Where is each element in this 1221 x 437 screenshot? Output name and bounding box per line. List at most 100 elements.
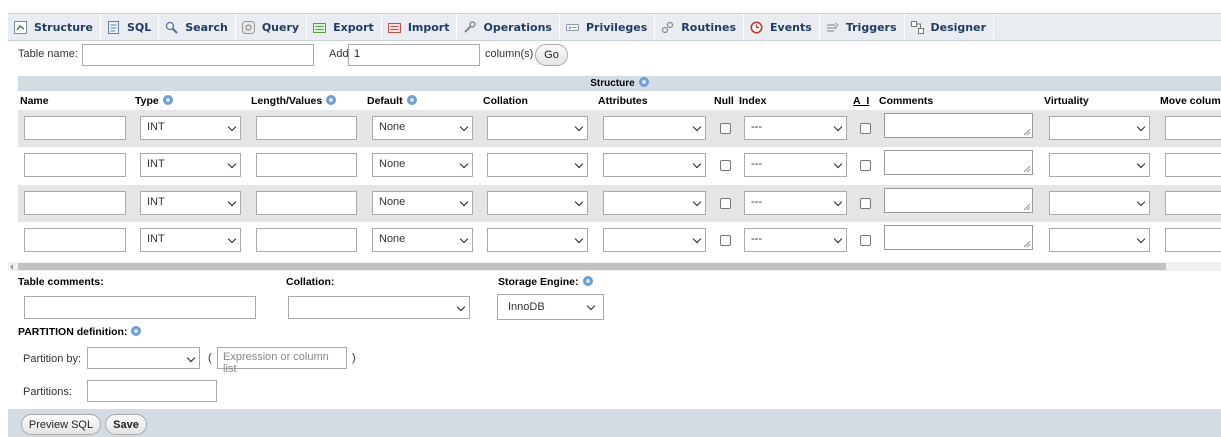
col-header-name: Name (20, 95, 49, 107)
field-ai-checkbox[interactable] (860, 198, 871, 209)
help-icon[interactable] (131, 326, 142, 336)
help-icon[interactable] (638, 77, 649, 87)
field-length-input[interactable] (256, 116, 357, 140)
field-index-select[interactable]: --- (744, 116, 847, 140)
field-collation-select[interactable] (487, 116, 588, 140)
field-null-checkbox[interactable] (720, 123, 731, 134)
field-type-select[interactable]: INT (140, 153, 241, 177)
tab-routines[interactable]: Routines (655, 14, 745, 40)
field-move-select[interactable] (1165, 228, 1221, 252)
field-ai-checkbox[interactable] (860, 235, 871, 246)
col-header-default: Default (367, 95, 417, 107)
field-attributes-select[interactable] (603, 228, 706, 252)
help-icon[interactable] (406, 95, 417, 105)
go-button[interactable]: Go (535, 44, 568, 66)
tab-privileges[interactable]: Privileges (560, 14, 656, 40)
partitions-count-input[interactable] (87, 380, 217, 402)
field-null-checkbox[interactable] (720, 235, 731, 246)
chevron-down-icon (459, 159, 469, 169)
field-length-input[interactable] (256, 228, 357, 252)
field-comments-textarea[interactable] (884, 150, 1033, 175)
field-attributes-select[interactable] (603, 191, 706, 215)
partition-expression-input[interactable]: Expression or column list (217, 347, 347, 375)
field-comments-textarea[interactable] (884, 188, 1033, 213)
field-name-input[interactable] (24, 228, 126, 252)
field-comments-textarea[interactable] (884, 113, 1033, 138)
field-name-input[interactable] (24, 116, 126, 140)
tab-triggers[interactable]: Triggers (820, 14, 905, 40)
chevron-down-icon (833, 159, 843, 169)
scroll-left-icon[interactable] (10, 264, 13, 270)
field-type-value: INT (147, 158, 165, 170)
field-move-select[interactable] (1165, 191, 1221, 215)
field-default-value: None (379, 233, 406, 245)
field-collation-select[interactable] (487, 153, 588, 177)
add-label: Add (329, 48, 349, 60)
chevron-down-icon (574, 122, 584, 132)
tab-label: Search (185, 20, 228, 34)
field-ai-checkbox[interactable] (860, 123, 871, 134)
field-default-select[interactable]: None (372, 153, 473, 177)
scrollbar-thumb[interactable] (18, 263, 1166, 270)
tab-export[interactable]: Export (307, 14, 382, 40)
partitions-label: Partitions: (23, 386, 72, 398)
field-comments-textarea[interactable] (884, 225, 1033, 250)
save-button[interactable]: Save (105, 414, 147, 435)
field-ai-checkbox[interactable] (860, 160, 871, 171)
tab-search[interactable]: Search (159, 14, 236, 40)
field-null-checkbox[interactable] (720, 198, 731, 209)
field-type-select[interactable]: INT (140, 228, 241, 252)
storage-engine-value: InnoDB (508, 301, 545, 313)
field-attributes-select[interactable] (603, 116, 706, 140)
tab-label: Privileges (585, 20, 648, 34)
field-name-input[interactable] (24, 191, 126, 215)
field-collation-select[interactable] (487, 228, 588, 252)
help-icon[interactable] (162, 95, 173, 105)
help-icon[interactable] (326, 95, 337, 105)
open-paren: ( (208, 352, 212, 364)
routines-icon (661, 21, 674, 34)
add-columns-count-input[interactable]: 1 (348, 44, 480, 66)
triggers-icon (826, 21, 839, 34)
tab-designer[interactable]: Designer (905, 14, 994, 40)
tab-events[interactable]: Events (744, 14, 820, 40)
field-move-select[interactable] (1165, 153, 1221, 177)
field-index-select[interactable]: --- (744, 191, 847, 215)
field-virtuality-select[interactable] (1049, 116, 1150, 140)
tab-label: Routines (681, 20, 737, 34)
field-collation-select[interactable] (487, 191, 588, 215)
field-default-select[interactable]: None (372, 116, 473, 140)
field-type-select[interactable]: INT (140, 191, 241, 215)
field-length-input[interactable] (256, 191, 357, 215)
tab-operations[interactable]: Operations (457, 14, 560, 40)
col-header-collation: Collation (483, 95, 528, 107)
field-name-input[interactable] (24, 153, 126, 177)
tab-import[interactable]: Import (382, 14, 458, 40)
field-index-select[interactable]: --- (744, 228, 847, 252)
field-type-select[interactable]: INT (140, 116, 241, 140)
tab-sql[interactable]: SQL (101, 14, 160, 40)
field-virtuality-select[interactable] (1049, 153, 1150, 177)
help-icon[interactable] (582, 276, 593, 286)
field-virtuality-select[interactable] (1049, 191, 1150, 215)
horizontal-scrollbar[interactable] (8, 262, 1221, 271)
field-virtuality-select[interactable] (1049, 228, 1150, 252)
field-index-select[interactable]: --- (744, 153, 847, 177)
field-move-select[interactable] (1165, 116, 1221, 140)
table-comments-input[interactable] (24, 296, 256, 319)
chevron-down-icon (692, 159, 702, 169)
tab-structure[interactable]: Structure (8, 14, 101, 40)
col-header-virtuality: Virtuality (1044, 95, 1089, 107)
field-null-checkbox[interactable] (720, 160, 731, 171)
field-default-select[interactable]: None (372, 191, 473, 215)
preview-sql-button[interactable]: Preview SQL (21, 414, 101, 435)
partition-by-select[interactable] (87, 347, 200, 369)
field-default-select[interactable]: None (372, 228, 473, 252)
field-length-input[interactable] (256, 153, 357, 177)
table-collation-select[interactable] (288, 296, 470, 319)
tab-query[interactable]: Query (236, 14, 308, 40)
table-name-input[interactable] (82, 44, 314, 66)
storage-engine-select[interactable]: InnoDB (497, 294, 604, 320)
field-attributes-select[interactable] (603, 153, 706, 177)
chevron-down-icon (574, 159, 584, 169)
